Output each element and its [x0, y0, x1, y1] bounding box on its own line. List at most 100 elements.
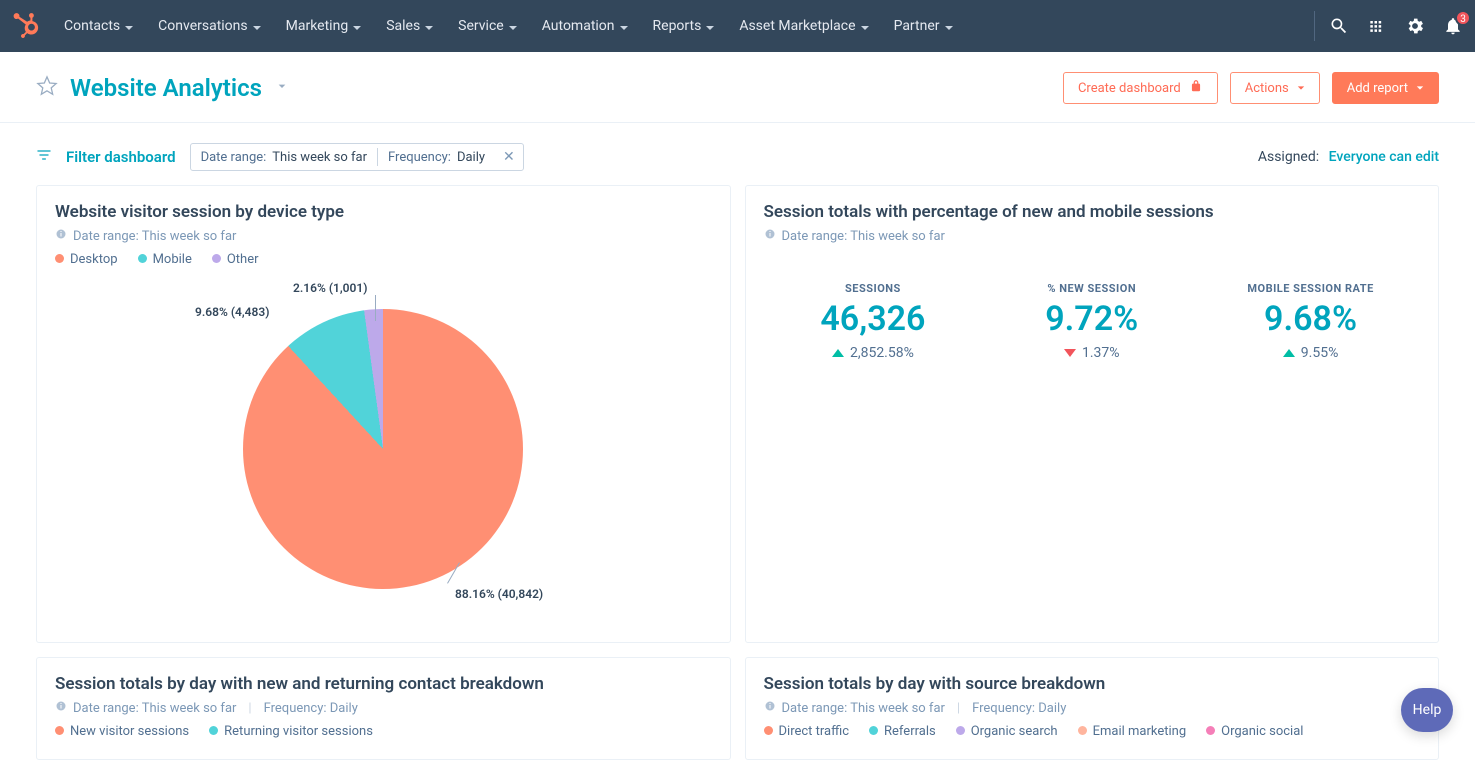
card-sessions-by-day-source: Session totals by day with source breakd… — [745, 657, 1440, 760]
legend-dot-icon — [138, 254, 147, 263]
nav-item-label: Sales — [386, 18, 420, 34]
remove-chip-icon[interactable]: ✕ — [495, 149, 523, 165]
nav-item-partner[interactable]: Partner — [884, 0, 964, 52]
chevron-down-icon — [424, 21, 434, 31]
nav-items: Contacts Conversations Marketing Sales Servi… — [54, 0, 1314, 52]
stat-block: MOBILE SESSION RATE9.68%9.55% — [1201, 282, 1420, 361]
info-icon[interactable] — [55, 228, 67, 244]
trend-up-icon — [832, 349, 844, 357]
chip-freq-value: Daily — [457, 150, 485, 165]
trend-down-icon — [1064, 349, 1076, 357]
legend-dot-icon — [956, 726, 965, 735]
nav-item-label: Contacts — [64, 18, 120, 34]
chip-date-value: This week so far — [272, 150, 367, 165]
stat-delta: 2,852.58% — [764, 345, 983, 361]
page-header: Website Analytics Create dashboard Actio… — [0, 52, 1475, 123]
stats-row: SESSIONS46,3262,852.58%% NEW SESSION9.72… — [764, 252, 1421, 361]
stat-value: 9.72% — [982, 299, 1201, 339]
gear-icon[interactable] — [1405, 16, 1425, 36]
chart-legend: New visitor sessions Returning visitor se… — [55, 724, 712, 739]
nav-item-asset-marketplace[interactable]: Asset Marketplace — [729, 0, 879, 52]
actions-button[interactable]: Actions — [1230, 72, 1320, 104]
card-date-range: Date range: This week so far — [782, 229, 945, 244]
legend-item[interactable]: Organic search — [956, 724, 1058, 739]
trend-up-icon — [1283, 349, 1295, 357]
legend-item[interactable]: Direct traffic — [764, 724, 850, 739]
chevron-down-icon — [1416, 81, 1424, 96]
create-dashboard-button[interactable]: Create dashboard — [1063, 72, 1218, 104]
legend-item[interactable]: Other — [212, 252, 259, 267]
legend-dot-icon — [212, 254, 221, 263]
pie-slice-label-mobile: 9.68% (4,483) — [195, 305, 269, 319]
marketplace-icon[interactable] — [1367, 16, 1387, 36]
card-date-range: Date range: This week so far — [73, 701, 236, 716]
card-frequency: Frequency: Daily — [972, 701, 1066, 716]
meta-divider: | — [242, 701, 257, 716]
notification-badge: 3 — [1455, 10, 1471, 26]
legend-item[interactable]: New visitor sessions — [55, 724, 189, 739]
legend-item[interactable]: Referrals — [869, 724, 936, 739]
legend-item[interactable]: Email marketing — [1078, 724, 1187, 739]
legend-item[interactable]: Mobile — [138, 252, 192, 267]
card-title: Session totals by day with new and retur… — [55, 674, 712, 694]
page-title[interactable]: Website Analytics — [70, 74, 262, 102]
nav-item-marketing[interactable]: Marketing — [276, 0, 373, 52]
legend-dot-icon — [209, 726, 218, 735]
assigned-value-link[interactable]: Everyone can edit — [1329, 149, 1439, 165]
nav-item-automation[interactable]: Automation — [532, 0, 639, 52]
nav-right-actions: 3 — [1314, 11, 1463, 41]
nav-item-label: Automation — [542, 18, 615, 34]
stat-delta: 1.37% — [982, 345, 1201, 361]
legend-dot-icon — [764, 726, 773, 735]
filter-dashboard-link[interactable]: Filter dashboard — [66, 148, 176, 166]
filter-icon[interactable] — [36, 147, 52, 167]
card-sessions-by-day-contacts: Session totals by day with new and retur… — [36, 657, 731, 760]
pie-chart: 2.16% (1,001) 9.68% (4,483) 88.16% (40,8… — [55, 271, 712, 627]
nav-item-label: Reports — [653, 18, 702, 34]
legend-item[interactable]: Desktop — [55, 252, 118, 267]
stat-title: % NEW SESSION — [982, 282, 1201, 295]
chevron-down-icon — [944, 21, 954, 31]
card-session-totals: Session totals with percentage of new an… — [745, 185, 1440, 643]
title-dropdown-icon[interactable] — [274, 78, 290, 98]
lock-icon — [1189, 79, 1203, 97]
legend-item[interactable]: Organic social — [1206, 724, 1303, 739]
add-report-label: Add report — [1347, 81, 1408, 96]
nav-item-sales[interactable]: Sales — [376, 0, 444, 52]
nav-item-label: Asset Marketplace — [739, 18, 855, 34]
chevron-down-icon — [252, 21, 262, 31]
chevron-down-icon — [860, 21, 870, 31]
legend-dot-icon — [55, 726, 64, 735]
stat-value: 46,326 — [764, 299, 983, 339]
search-icon[interactable] — [1329, 16, 1349, 36]
pie-slice-label-desktop: 88.16% (40,842) — [455, 587, 543, 601]
chart-legend: Direct traffic Referrals Organic search Ema… — [764, 724, 1421, 739]
card-date-range: Date range: This week so far — [73, 229, 236, 244]
stat-value: 9.68% — [1201, 299, 1420, 339]
legend-item[interactable]: Returning visitor sessions — [209, 724, 373, 739]
legend-dot-icon — [869, 726, 878, 735]
logo-sprocket-icon[interactable] — [12, 12, 40, 40]
chevron-down-icon — [619, 21, 629, 31]
nav-item-conversations[interactable]: Conversations — [148, 0, 271, 52]
card-frequency: Frequency: Daily — [264, 701, 358, 716]
info-icon[interactable] — [55, 700, 67, 716]
nav-item-contacts[interactable]: Contacts — [54, 0, 144, 52]
add-report-button[interactable]: Add report — [1332, 72, 1439, 104]
chevron-down-icon — [508, 21, 518, 31]
favorite-star-icon[interactable] — [36, 75, 58, 101]
bell-icon[interactable]: 3 — [1443, 16, 1463, 36]
info-icon[interactable] — [764, 700, 776, 716]
filter-bar: Filter dashboard Date range: This week s… — [0, 123, 1475, 185]
chip-date-label: Date range: — [201, 150, 267, 165]
pie-slice-label-other: 2.16% (1,001) — [293, 281, 367, 295]
nav-item-label: Conversations — [158, 18, 247, 34]
info-icon[interactable] — [764, 228, 776, 244]
nav-item-service[interactable]: Service — [448, 0, 528, 52]
card-title: Session totals with percentage of new an… — [764, 202, 1421, 222]
nav-item-reports[interactable]: Reports — [643, 0, 726, 52]
card-device-type: Website visitor session by device type D… — [36, 185, 731, 643]
help-button[interactable]: Help — [1401, 688, 1453, 732]
stat-block: % NEW SESSION 9.72% 1.37% — [982, 282, 1201, 361]
filter-chip[interactable]: Date range: This week so far Frequency: … — [190, 143, 524, 171]
